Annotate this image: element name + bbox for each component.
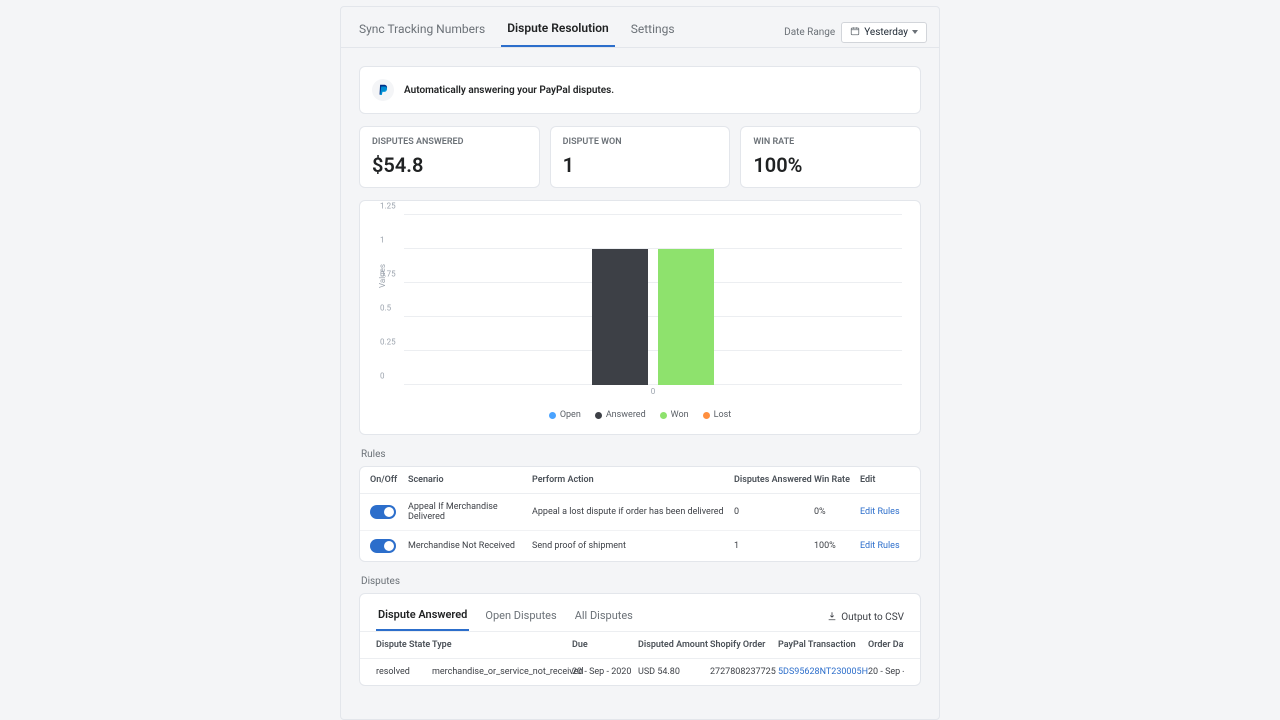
disputes-header-row: Dispute State Type Due Disputed Amount S…: [360, 631, 920, 659]
banner-text: Automatically answering your PayPal disp…: [404, 85, 614, 96]
col-type: Type: [432, 640, 572, 650]
col-action: Perform Action: [532, 475, 734, 485]
rule-action: Appeal a lost dispute if order has been …: [532, 507, 734, 517]
chart-legend: Open Answered Won Lost: [378, 410, 902, 420]
col-scenario: Scenario: [408, 475, 532, 485]
col-due: Due: [572, 640, 638, 650]
y-tick: 1: [380, 236, 385, 245]
dtab-all[interactable]: All Disputes: [573, 605, 635, 630]
paypal-icon: [372, 79, 394, 101]
rule-answered: 0: [734, 507, 814, 517]
disputes-card: Dispute Answered Open Disputes All Dispu…: [359, 593, 921, 686]
dispute-shopify-order: 2727808237725: [710, 667, 778, 677]
y-tick: 0: [380, 372, 385, 381]
tab-dispute-resolution[interactable]: Dispute Resolution: [501, 17, 615, 47]
rules-table: On/Off Scenario Perform Action Disputes …: [359, 466, 921, 562]
dtab-answered[interactable]: Dispute Answered: [376, 604, 469, 631]
dtab-open[interactable]: Open Disputes: [483, 605, 558, 630]
y-tick: 0.5: [380, 304, 391, 313]
stat-dispute-won: DISPUTE WON 1: [550, 126, 731, 188]
bar-won: [658, 249, 714, 385]
x-tick: 0: [404, 387, 902, 396]
download-icon: [827, 611, 837, 624]
output-csv-button[interactable]: Output to CSV: [827, 611, 904, 624]
edit-rules-link[interactable]: Edit Rules: [860, 541, 900, 551]
col-state: Dispute State: [376, 640, 432, 650]
dispute-order-date: 20 - Sep - 2: [868, 667, 904, 677]
dispute-due: 20 - Sep - 2020: [572, 667, 638, 677]
chevron-down-icon: [912, 30, 918, 34]
rule-toggle[interactable]: [370, 505, 396, 519]
rules-section-label: Rules: [361, 449, 921, 460]
stat-disputes-answered: DISPUTES ANSWERED $54.8: [359, 126, 540, 188]
y-tick: 0.25: [380, 338, 396, 347]
legend-open: Open: [549, 410, 581, 420]
bar-answered: [592, 249, 648, 385]
stat-title: WIN RATE: [753, 137, 908, 147]
disputes-tabs: Dispute Answered Open Disputes All Dispu…: [360, 594, 920, 631]
dispute-type: merchandise_or_service_not_received: [432, 667, 572, 677]
date-range-button[interactable]: Yesterday: [841, 22, 927, 43]
stat-title: DISPUTES ANSWERED: [372, 137, 527, 147]
col-amount: Disputed Amount: [638, 640, 710, 650]
stats-row: DISPUTES ANSWERED $54.8 DISPUTE WON 1 WI…: [359, 126, 921, 188]
edit-rules-link[interactable]: Edit Rules: [860, 507, 900, 517]
dispute-row: resolved merchandise_or_service_not_rece…: [360, 659, 920, 685]
rule-toggle[interactable]: [370, 539, 396, 553]
col-edit: Edit: [860, 475, 910, 485]
rule-answered: 1: [734, 541, 814, 551]
rule-scenario: Appeal If Merchandise Delivered: [408, 502, 532, 522]
rules-header-row: On/Off Scenario Perform Action Disputes …: [360, 467, 920, 494]
paypal-banner: Automatically answering your PayPal disp…: [359, 66, 921, 114]
stat-title: DISPUTE WON: [563, 137, 718, 147]
y-tick: 0.75: [380, 270, 396, 279]
chart-plot-area: Values 0 0.25 0.5 0.75 1 1.25: [404, 215, 902, 385]
col-onoff: On/Off: [370, 475, 408, 485]
main-tabs: Sync Tracking Numbers Dispute Resolution…: [341, 7, 939, 48]
col-orderdate: Order Date: [868, 640, 904, 650]
tab-sync[interactable]: Sync Tracking Numbers: [353, 18, 491, 46]
legend-won: Won: [660, 410, 689, 420]
date-range-label: Date Range: [784, 27, 835, 38]
rule-winrate: 0%: [814, 507, 860, 517]
stat-win-rate: WIN RATE 100%: [740, 126, 921, 188]
date-range-value: Yesterday: [864, 27, 908, 38]
rule-row: Merchandise Not Received Send proof of s…: [360, 531, 920, 561]
col-answered: Disputes Answered: [734, 475, 814, 485]
stat-value: $54.8: [372, 153, 527, 177]
stat-value: 1: [563, 153, 718, 177]
col-shopify: Shopify Order: [710, 640, 778, 650]
rule-scenario: Merchandise Not Received: [408, 541, 532, 551]
col-txn: PayPal Transaction: [778, 640, 868, 650]
dispute-chart: Values 0 0.25 0.5 0.75 1 1.25 0 Open Ans…: [359, 200, 921, 435]
dispute-txn-link[interactable]: 5DS95628NT230005H: [778, 667, 868, 677]
rule-action: Send proof of shipment: [532, 541, 734, 551]
col-winrate: Win Rate: [814, 475, 860, 485]
legend-lost: Lost: [703, 410, 732, 420]
tab-settings[interactable]: Settings: [625, 18, 681, 46]
disputes-section-label: Disputes: [361, 576, 921, 587]
stat-value: 100%: [753, 153, 908, 177]
legend-answered: Answered: [595, 410, 646, 420]
rule-winrate: 100%: [814, 541, 860, 551]
y-tick: 1.25: [380, 202, 396, 211]
rule-row: Appeal If Merchandise Delivered Appeal a…: [360, 494, 920, 531]
dispute-amount: USD 54.80: [638, 667, 710, 677]
dispute-state: resolved: [376, 667, 432, 677]
calendar-icon: [850, 26, 860, 39]
